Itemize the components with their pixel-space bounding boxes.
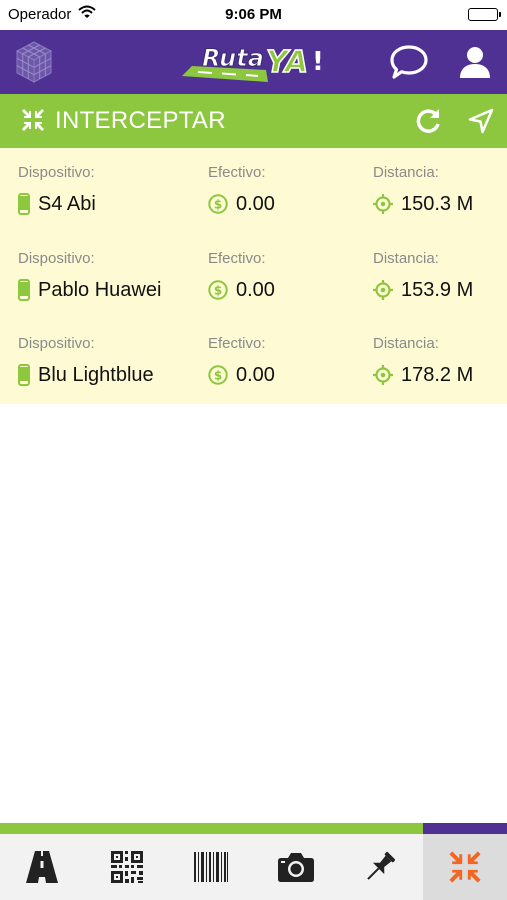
distance-cell: Distancia: 153.9 M — [373, 250, 473, 302]
distance-value: 150.3 M — [401, 192, 474, 215]
cash-value: 0.00 — [236, 192, 275, 215]
distance-label: Distancia: — [373, 250, 439, 267]
device-name: S4 Abi — [38, 192, 96, 215]
distance-cell: Distancia: 150.3 M — [373, 164, 473, 216]
device-cell: Dispositivo: S4 Abi — [18, 164, 96, 216]
svg-text:Ruta: Ruta — [202, 44, 264, 72]
status-bar: Operador 9:06 PM — [0, 0, 507, 30]
device-name: Pablo Huawei — [38, 278, 162, 301]
device-list: Dispositivo: S4 Abi Efectivo: $ 0.00 Dis… — [0, 148, 507, 404]
app-header: Ruta YA ! — [0, 30, 507, 94]
crosshair-icon — [373, 280, 393, 300]
crosshair-icon — [373, 365, 393, 385]
intercept-icon — [449, 851, 481, 883]
svg-text:$: $ — [214, 284, 222, 298]
distance-value: 178.2 M — [401, 363, 474, 386]
cash-cell: Efectivo: $ 0.00 — [208, 335, 275, 387]
tab-accent-bar — [0, 823, 507, 834]
device-label: Dispositivo: — [18, 164, 95, 181]
svg-text:YA: YA — [266, 45, 308, 80]
dollar-coin-icon: $ — [208, 365, 228, 385]
chat-bubble-icon[interactable] — [389, 44, 429, 85]
list-item[interactable]: Dispositivo: S4 Abi Efectivo: $ 0.00 Dis… — [0, 148, 507, 234]
barcode-icon — [194, 852, 229, 882]
device-cell: Dispositivo: Pablo Huawei — [18, 250, 161, 302]
phone-icon — [18, 364, 30, 386]
cash-value: 0.00 — [236, 363, 275, 386]
cash-label: Efectivo: — [208, 164, 266, 181]
user-icon[interactable] — [457, 44, 493, 85]
tab-qr[interactable] — [85, 834, 170, 900]
camera-icon — [277, 853, 314, 882]
tab-road[interactable] — [0, 834, 85, 900]
cash-cell: Efectivo: $ 0.00 — [208, 164, 275, 216]
distance-label: Distancia: — [373, 164, 439, 181]
svg-text:!: ! — [312, 47, 324, 77]
rutaya-logo: Ruta YA ! — [180, 36, 330, 88]
device-cell: Dispositivo: Blu Lightblue — [18, 335, 154, 387]
device-label: Dispositivo: — [18, 250, 95, 267]
road-icon — [26, 851, 59, 883]
cash-label: Efectivo: — [208, 250, 266, 267]
tab-barcode[interactable] — [169, 834, 254, 900]
section-bar: INTERCEPTAR — [0, 94, 507, 148]
collapse-arrows-icon — [21, 108, 45, 137]
dollar-coin-icon: $ — [208, 194, 228, 214]
tab-pin[interactable] — [338, 834, 423, 900]
cash-label: Efectivo: — [208, 335, 266, 352]
cash-value: 0.00 — [236, 278, 275, 301]
cash-cell: Efectivo: $ 0.00 — [208, 250, 275, 302]
tab-bar — [0, 834, 507, 900]
cube-icon[interactable] — [14, 40, 54, 89]
distance-label: Distancia: — [373, 335, 439, 352]
section-title: INTERCEPTAR — [55, 107, 226, 134]
phone-icon — [18, 193, 30, 215]
refresh-icon[interactable] — [414, 107, 442, 140]
device-label: Dispositivo: — [18, 335, 95, 352]
tab-intercept[interactable] — [422, 834, 507, 900]
svg-text:$: $ — [214, 369, 222, 383]
list-item[interactable]: Dispositivo: Blu Lightblue Efectivo: $ 0… — [0, 319, 507, 405]
distance-value: 153.9 M — [401, 278, 474, 301]
dollar-coin-icon: $ — [208, 280, 228, 300]
tab-camera[interactable] — [254, 834, 339, 900]
pin-icon — [367, 851, 396, 880]
svg-text:$: $ — [214, 198, 222, 212]
phone-icon — [18, 279, 30, 301]
battery-icon — [468, 8, 501, 21]
status-time: 9:06 PM — [225, 6, 282, 23]
distance-cell: Distancia: 178.2 M — [373, 335, 473, 387]
qr-code-icon — [110, 851, 143, 883]
device-name: Blu Lightblue — [38, 363, 154, 386]
crosshair-icon — [373, 194, 393, 214]
list-item[interactable]: Dispositivo: Pablo Huawei Efectivo: $ 0.… — [0, 234, 507, 320]
navigation-arrow-icon[interactable] — [467, 107, 495, 140]
